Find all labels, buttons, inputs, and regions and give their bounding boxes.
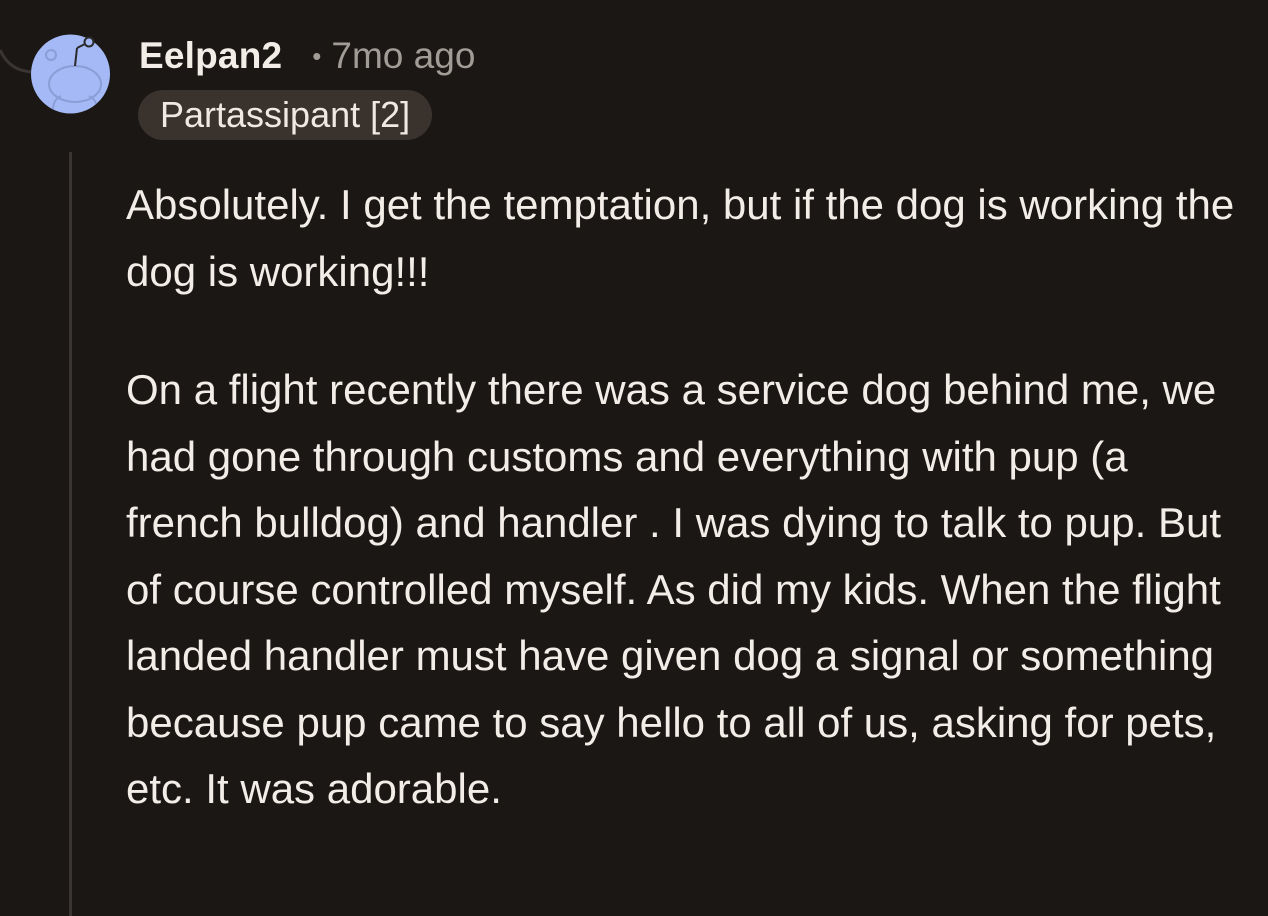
comment-paragraph: Absolutely. I get the temptation, but if… xyxy=(126,181,1235,295)
username-link[interactable]: Eelpan2 xyxy=(139,35,282,77)
comment-body: Absolutely. I get the temptation, but if… xyxy=(126,172,1251,823)
comment-timestamp[interactable]: 7mo ago xyxy=(331,35,475,77)
comment-paragraph: On a flight recently there was a service… xyxy=(126,366,1222,812)
thread-collapse-line[interactable] xyxy=(69,152,72,916)
snoo-avatar-icon xyxy=(31,34,110,114)
meta-separator: • xyxy=(312,40,322,71)
user-avatar[interactable] xyxy=(31,22,110,128)
comment-header: Eelpan2 • 7mo ago xyxy=(139,34,475,78)
user-flair-badge: Partassipant [2] xyxy=(138,90,433,140)
